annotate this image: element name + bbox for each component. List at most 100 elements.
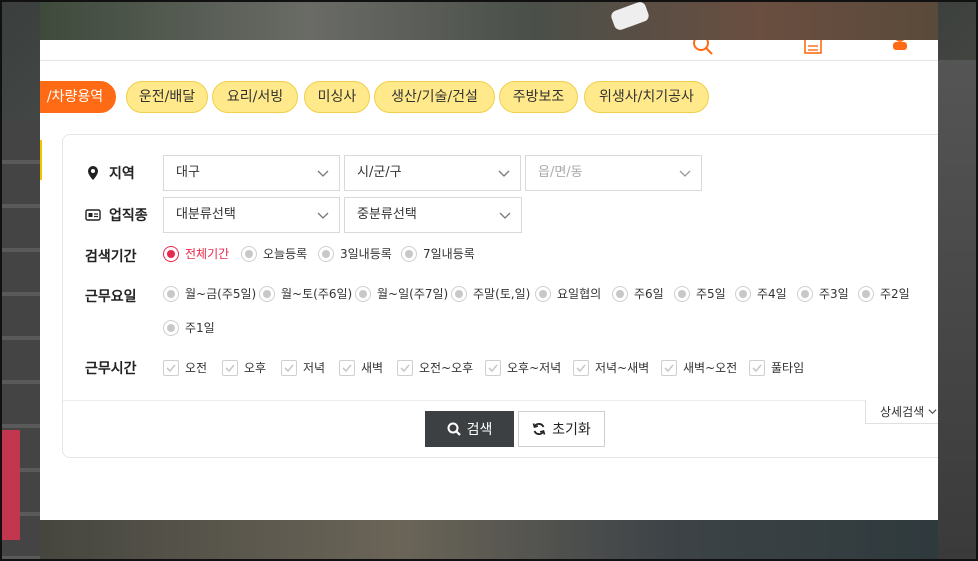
radio-option[interactable]: 3일내등록 — [318, 245, 392, 262]
chevron-down-icon — [317, 170, 329, 177]
category-chip[interactable]: 주방보조 — [499, 81, 578, 113]
category-chip-label: /차량용역 — [46, 89, 104, 105]
radio-option[interactable]: 월~금(주5일) — [163, 285, 256, 302]
option-label: 주6일 — [634, 287, 664, 301]
option-label: 오전~오후 — [419, 361, 474, 375]
chevron-down-icon — [498, 170, 510, 177]
check-icon — [225, 363, 235, 372]
check-icon — [488, 363, 498, 372]
checkbox-option[interactable]: 오후~저녁 — [485, 359, 561, 376]
radio-option[interactable]: 주6일 — [612, 285, 664, 302]
option-label: 전체기간 — [185, 247, 230, 261]
chevron-down-icon — [928, 409, 937, 415]
worktime-label-text: 근무시간 — [85, 361, 137, 377]
radio-option[interactable]: 주2일 — [858, 285, 910, 302]
category-chip-label: 위생사/치기공사 — [599, 89, 694, 105]
option-label: 요일협의 — [557, 287, 602, 301]
category-chip[interactable]: 요리/서빙 — [212, 81, 298, 113]
search-button[interactable]: 검색 — [425, 411, 514, 447]
category-chip[interactable]: 운전/배달 — [126, 81, 208, 113]
checkbox-box — [661, 359, 677, 376]
category-chip[interactable]: 생산/기술/건설 — [374, 81, 495, 113]
job-type-label-text: 업직종 — [109, 208, 148, 224]
checkbox-option[interactable]: 오전~오후 — [397, 359, 473, 376]
option-label: 월~금(주5일) — [185, 287, 257, 301]
category-chip-label: 주방보조 — [512, 89, 565, 105]
radio-option[interactable]: 주1일 — [163, 319, 215, 336]
category-chip[interactable]: /차량용역 — [40, 81, 116, 113]
region-town-value: 읍/면/동 — [538, 165, 583, 180]
filter-divider — [63, 400, 938, 401]
radio-option[interactable]: 주4일 — [735, 285, 787, 302]
category-chip[interactable]: 위생사/치기공사 — [584, 81, 709, 113]
region-district-select[interactable]: 시/군/구 — [344, 155, 521, 191]
radio-dot — [359, 289, 367, 298]
option-label: 주1일 — [185, 321, 215, 335]
radio-dot — [167, 289, 175, 298]
checkbox-option[interactable]: 풀타임 — [749, 359, 804, 376]
refresh-icon — [532, 423, 546, 435]
option-label: 오후~저녁 — [507, 361, 562, 375]
top-nav-cropped — [40, 40, 938, 60]
region-city-value: 대구 — [176, 165, 200, 180]
radio-option[interactable]: 월~토(주6일) — [259, 285, 352, 302]
radio-option[interactable]: 주3일 — [797, 285, 849, 302]
chevron-down-icon — [679, 170, 691, 177]
category-chip[interactable]: 미싱사 — [304, 81, 370, 113]
category-chip-label: 생산/기술/건설 — [391, 89, 478, 105]
user-icon[interactable] — [892, 40, 908, 52]
region-town-select[interactable]: 읍/면/동 — [525, 155, 702, 191]
checkbox-box — [339, 359, 355, 376]
search-icon[interactable] — [692, 40, 714, 56]
chevron-down-icon — [317, 212, 329, 219]
job-main-category-value: 대분류선택 — [176, 207, 236, 222]
radio-circle — [241, 245, 257, 262]
job-search-panel: /차량용역 운전/배달 요리/서빙 미싱사 생산/기술/건설 주방보조 위생사/치기공사 지… — [40, 40, 938, 520]
region-city-select[interactable]: 대구 — [163, 155, 340, 191]
radio-dot — [801, 289, 809, 298]
radio-dot — [455, 289, 463, 298]
category-chips: /차량용역 운전/배달 요리/서빙 미싱사 생산/기술/건설 주방보조 위생사/치기공사 — [40, 81, 938, 113]
radio-dot — [245, 249, 253, 258]
option-label: 7일내등록 — [423, 247, 475, 261]
radio-circle — [163, 285, 179, 302]
workdays-label: 근무요일 — [85, 286, 137, 306]
job-main-category-select[interactable]: 대분류선택 — [163, 197, 340, 233]
radio-dot — [167, 249, 175, 258]
radio-option[interactable]: 오늘등록 — [241, 245, 307, 262]
checkbox-option[interactable]: 오후 — [222, 359, 266, 376]
radio-option[interactable]: 월~일(주7일) — [355, 285, 448, 302]
checkbox-box — [485, 359, 501, 376]
reset-button[interactable]: 초기화 — [518, 411, 605, 447]
option-label: 주3일 — [819, 287, 849, 301]
checkbox-option[interactable]: 저녁 — [281, 359, 325, 376]
document-icon[interactable] — [804, 40, 822, 54]
detail-search-button[interactable]: 상세검색 — [865, 400, 938, 424]
radio-option[interactable]: 요일협의 — [535, 285, 601, 302]
radio-dot — [167, 323, 175, 332]
check-icon — [166, 363, 176, 372]
category-chip-label: 미싱사 — [317, 89, 357, 105]
radio-option[interactable]: 전체기간 — [163, 245, 229, 262]
radio-option[interactable]: 주5일 — [674, 285, 726, 302]
check-icon — [342, 363, 352, 372]
radio-option[interactable]: 주말(토,일) — [451, 285, 530, 302]
checkbox-box — [281, 359, 297, 376]
filter-box: 지역 대구 시/군/구 읍/면/동 업직종 대분류선택 중분류선택 검색기간 전… — [62, 134, 938, 458]
option-label: 새벽~오전 — [683, 361, 738, 375]
checkbox-box — [397, 359, 413, 376]
radio-circle — [355, 285, 371, 302]
worktime-label: 근무시간 — [85, 358, 137, 378]
checkbox-option[interactable]: 오전 — [163, 359, 207, 376]
option-label: 저녁 — [303, 361, 326, 375]
checkbox-option[interactable]: 저녁~새벽 — [573, 359, 649, 376]
checkbox-option[interactable]: 새벽 — [339, 359, 383, 376]
checkbox-option[interactable]: 새벽~오전 — [661, 359, 737, 376]
radio-circle — [401, 245, 417, 262]
radio-dot — [405, 249, 413, 258]
check-icon — [752, 363, 762, 372]
background-bottom-strip — [40, 520, 938, 561]
radio-option[interactable]: 7일내등록 — [401, 245, 475, 262]
job-sub-category-select[interactable]: 중분류선택 — [344, 197, 522, 233]
check-icon — [664, 363, 674, 372]
